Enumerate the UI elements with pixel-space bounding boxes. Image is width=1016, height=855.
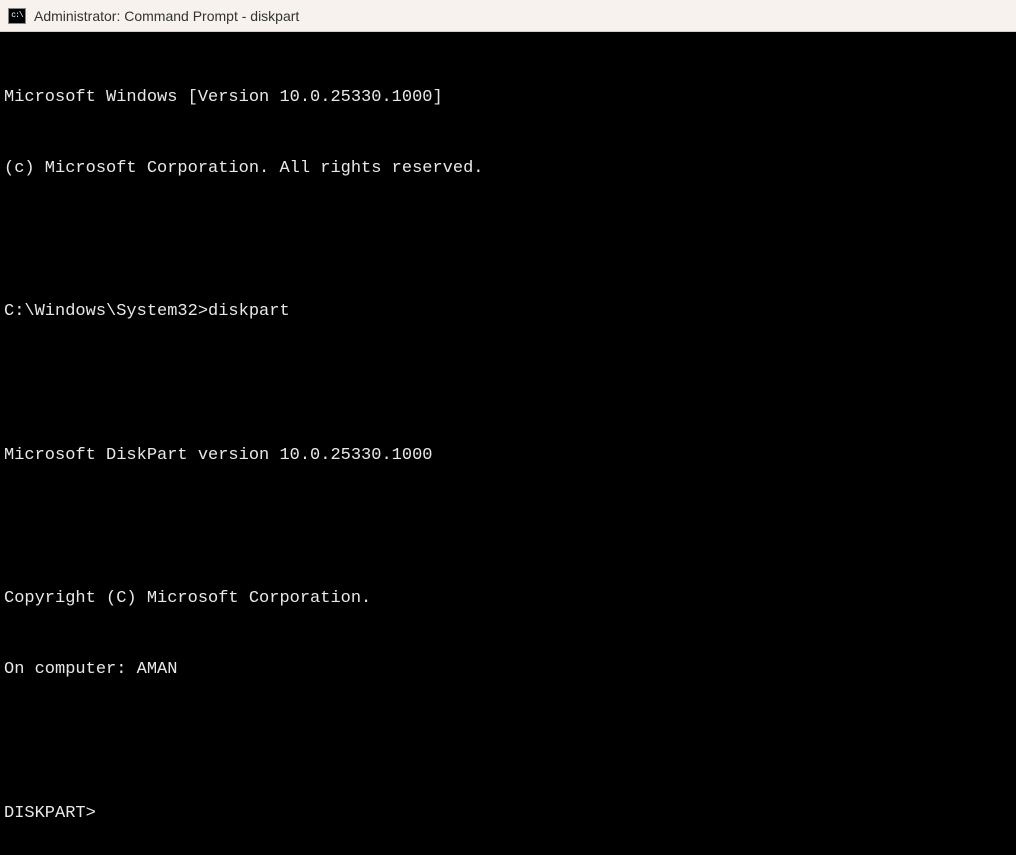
window-title: Administrator: Command Prompt - diskpart	[34, 8, 299, 24]
terminal-line: Microsoft DiskPart version 10.0.25330.10…	[4, 444, 1012, 468]
terminal-line: Copyright (C) Microsoft Corporation.	[4, 587, 1012, 611]
terminal-line: (c) Microsoft Corporation. All rights re…	[4, 157, 1012, 181]
terminal-output[interactable]: Microsoft Windows [Version 10.0.25330.10…	[0, 32, 1016, 855]
terminal-line	[4, 372, 1012, 396]
terminal-line: On computer: AMAN	[4, 658, 1012, 682]
cmd-icon: c:\	[8, 8, 26, 24]
terminal-line	[4, 515, 1012, 539]
title-bar[interactable]: c:\ Administrator: Command Prompt - disk…	[0, 0, 1016, 32]
terminal-line	[4, 229, 1012, 253]
terminal-line	[4, 730, 1012, 754]
terminal-line: C:\Windows\System32>diskpart	[4, 300, 1012, 324]
terminal-line: Microsoft Windows [Version 10.0.25330.10…	[4, 86, 1012, 110]
cmd-icon-text: c:\	[11, 11, 22, 20]
terminal-prompt: DISKPART>	[4, 802, 1012, 826]
